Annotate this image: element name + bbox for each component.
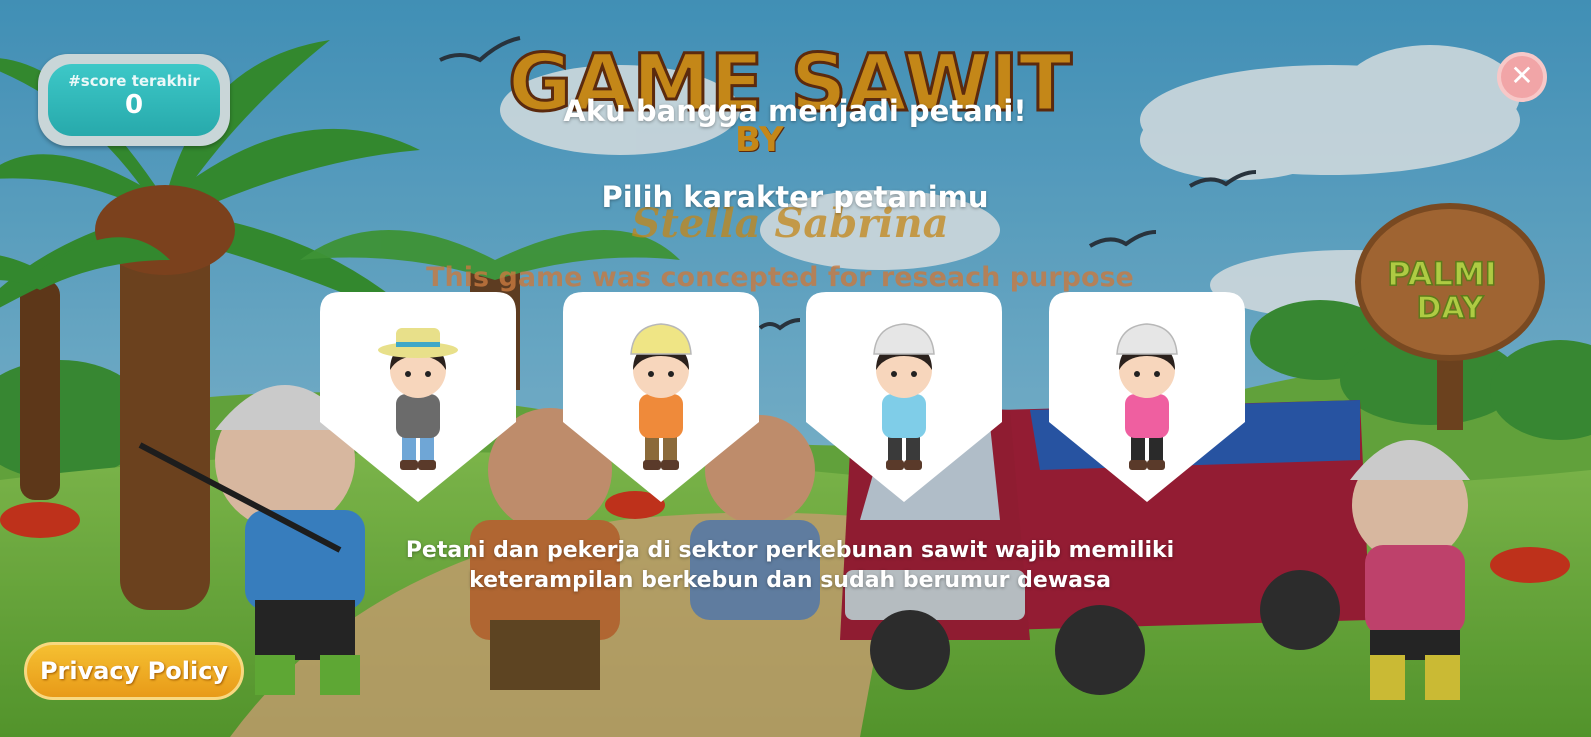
score-widget: #score terakhir 0 [38, 54, 230, 146]
character-portrait [320, 292, 516, 502]
dialog-prompt: Pilih karakter petanimu [601, 180, 989, 214]
character-card-worker-girl-helmet[interactable] [1049, 292, 1245, 502]
boots [1129, 460, 1147, 470]
dialog-headline: Aku bangga menjadi petani! [563, 94, 1027, 128]
character-card-farmer-boy-orange[interactable] [563, 292, 759, 502]
shirt [882, 394, 926, 438]
character-card-farmer-woman-straw-hat[interactable] [320, 292, 516, 502]
shirt [396, 394, 440, 438]
logo-credit: This game was concepted for reseach purp… [426, 262, 1134, 293]
boots [886, 460, 904, 470]
score-label: #score terakhir [68, 72, 200, 90]
score-value: 0 [124, 90, 144, 120]
description-line-2: keterampilan berkebun dan sudah berumur … [469, 568, 1111, 593]
eye-right [425, 371, 431, 377]
description-line-1: Petani dan pekerja di sektor perkebunan … [405, 538, 1175, 563]
character-portrait [563, 292, 759, 502]
character-portrait [1049, 292, 1245, 502]
character-card-worker-boy-helmet[interactable] [806, 292, 1002, 502]
eye-right [1154, 371, 1160, 377]
eye-right [911, 371, 917, 377]
score-panel: #score terakhir 0 [48, 64, 220, 136]
eye-left [405, 371, 411, 377]
character-portrait [806, 292, 1002, 502]
eye-left [648, 371, 654, 377]
close-button[interactable]: ✕ [1497, 52, 1547, 102]
boots [643, 460, 661, 470]
eye-right [668, 371, 674, 377]
shirt [639, 394, 683, 438]
shirt [1125, 394, 1169, 438]
privacy-policy-button[interactable]: Privacy Policy [24, 642, 244, 700]
dialog-description: Petani dan pekerja di sektor perkebunan … [360, 536, 1220, 596]
eye-left [1134, 371, 1140, 377]
boots [400, 460, 418, 470]
eye-left [891, 371, 897, 377]
